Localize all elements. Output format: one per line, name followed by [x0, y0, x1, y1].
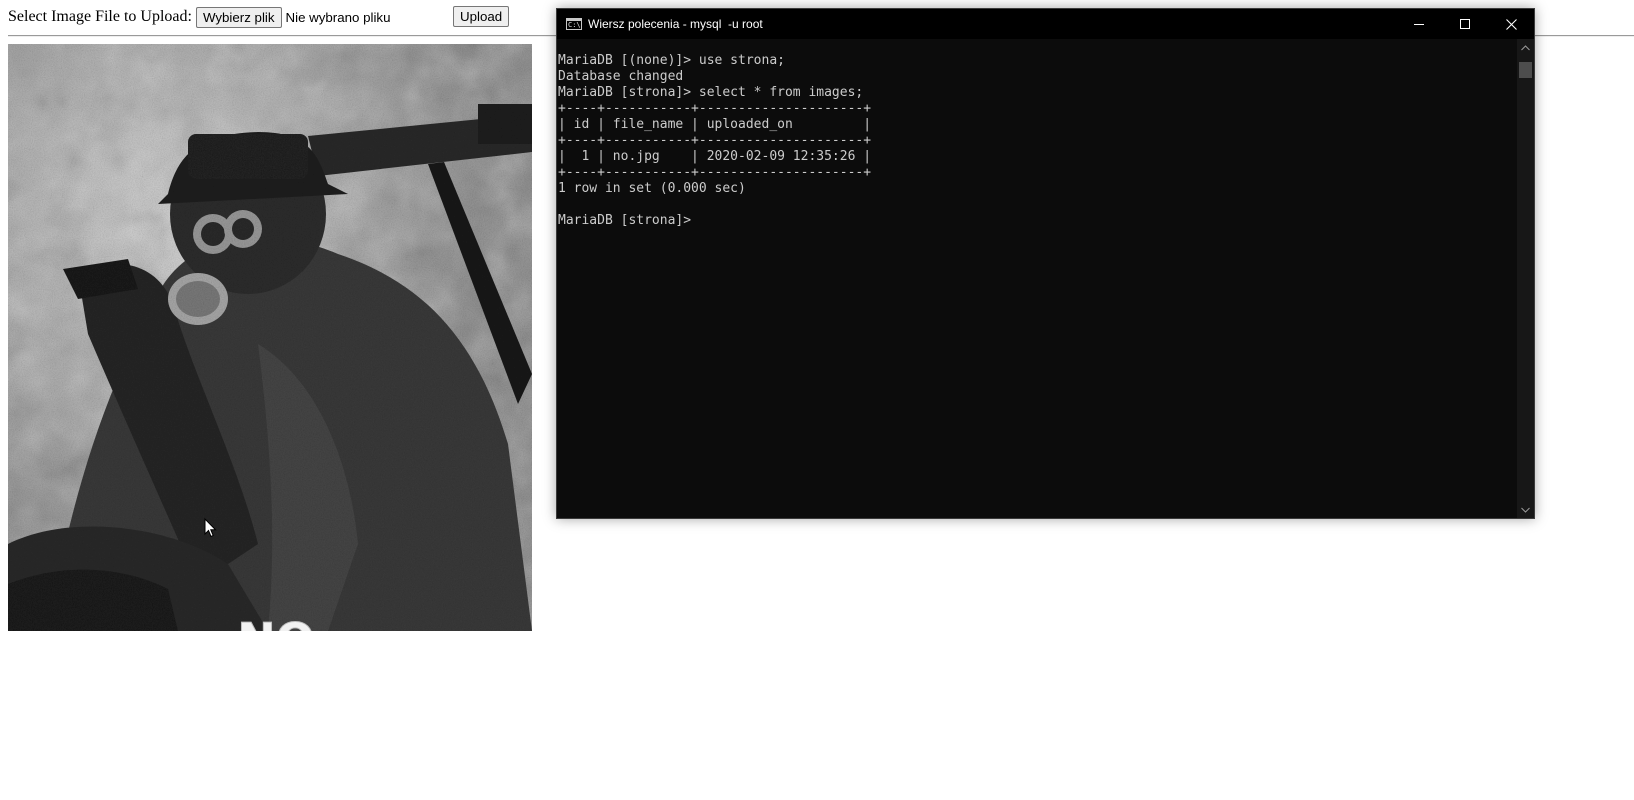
console-titlebar[interactable]: C:\ Wiersz polecenia - mysql -u root	[557, 9, 1534, 39]
console-title: Wiersz polecenia - mysql -u root	[588, 17, 763, 31]
console-prompt[interactable]: MariaDB [strona]>	[558, 213, 691, 228]
console-scrollbar[interactable]	[1517, 39, 1534, 518]
scroll-up-button[interactable]	[1517, 39, 1534, 56]
console-line: MariaDB [strona]> select * from images;	[558, 85, 864, 100]
upload-button[interactable]: Upload	[453, 6, 510, 27]
maximize-icon	[1460, 19, 1470, 29]
close-button[interactable]	[1488, 9, 1534, 39]
console-line: | id | file_name | uploaded_on |	[558, 117, 872, 132]
console-output: MariaDB [(none)]> use strona; Database c…	[557, 39, 1517, 229]
choose-file-button[interactable]: Wybierz plik	[195, 6, 282, 28]
window-controls	[1396, 9, 1534, 39]
image-icon: NO	[8, 44, 532, 631]
console-window[interactable]: C:\ Wiersz polecenia - mysql -u root Mar…	[556, 8, 1535, 519]
console-line: +----+-----------+---------------------+	[558, 165, 872, 180]
console-line: | 1 | no.jpg | 2020-02-09 12:35:26 |	[558, 149, 872, 164]
scroll-down-button[interactable]	[1517, 501, 1534, 518]
image-caption: NO	[237, 613, 315, 631]
console-line: +----+-----------+---------------------+	[558, 133, 872, 148]
console-body[interactable]: MariaDB [(none)]> use strona; Database c…	[557, 39, 1517, 518]
minimize-icon	[1414, 24, 1424, 25]
uploaded-image: NO	[8, 44, 532, 631]
console-line: +----+-----------+---------------------+	[558, 101, 872, 116]
upload-form-label: Select Image File to Upload:	[8, 8, 192, 25]
console-line: MariaDB [(none)]> use strona;	[558, 53, 785, 68]
command-prompt-icon: C:\	[566, 18, 582, 30]
file-status-text: Nie wybrano pliku	[285, 9, 391, 25]
scroll-thumb[interactable]	[1519, 62, 1532, 78]
mouse-cursor-icon	[204, 518, 217, 538]
maximize-button[interactable]	[1442, 9, 1488, 39]
close-icon	[1505, 18, 1517, 30]
minimize-button[interactable]	[1396, 9, 1442, 39]
upload-form: Select Image File to Upload: Wybierz pli…	[8, 5, 390, 29]
console-line: Database changed	[558, 69, 684, 84]
console-line: 1 row in set (0.000 sec)	[558, 181, 746, 196]
chevron-down-icon	[1521, 507, 1530, 513]
chevron-up-icon	[1521, 44, 1530, 50]
